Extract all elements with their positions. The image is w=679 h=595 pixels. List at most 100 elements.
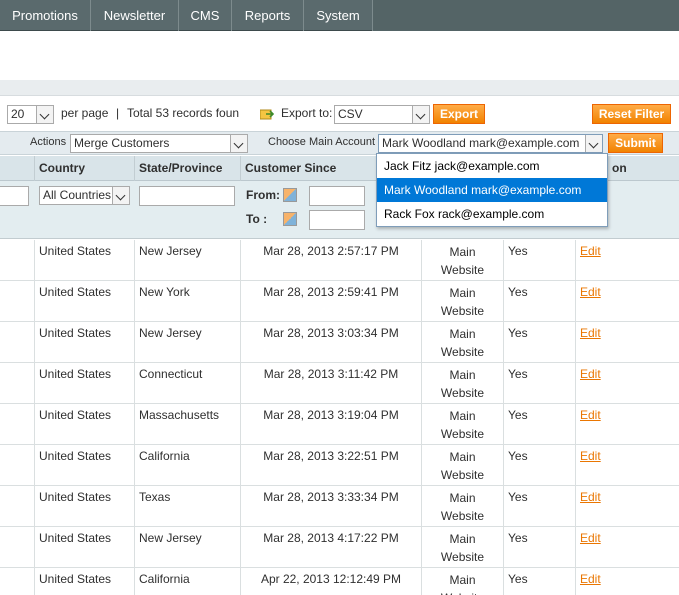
export-label: Export to: xyxy=(281,106,333,120)
cell-previous xyxy=(0,486,35,527)
actions-value: Merge Customers xyxy=(74,136,170,150)
export-button[interactable]: Export xyxy=(433,104,485,124)
cell-previous xyxy=(0,322,35,363)
website-line-2: Website xyxy=(440,550,485,564)
edit-link[interactable]: Edit xyxy=(580,449,601,463)
cell-action: Edit xyxy=(576,445,679,486)
country-filter-select[interactable]: All Countries xyxy=(39,186,130,205)
website-line-1: Main xyxy=(449,450,476,464)
export-format-select[interactable]: CSV xyxy=(334,105,430,124)
website-label: Main Website xyxy=(422,530,503,566)
website-line-2: Website xyxy=(422,589,503,595)
cell-customer-since: Mar 28, 2013 3:11:42 PM xyxy=(241,363,422,404)
nav-filler xyxy=(373,0,679,31)
cell-state-text: New York xyxy=(139,285,190,299)
cell-active-text: Yes xyxy=(508,531,528,545)
nav-item-reports[interactable]: Reports xyxy=(232,0,304,31)
cell-customer-since-text: Mar 28, 2013 3:11:42 PM xyxy=(263,367,399,381)
chevron-down-icon xyxy=(412,106,429,123)
cell-active-text: Yes xyxy=(508,367,528,381)
cell-customer-since: Apr 22, 2013 12:12:49 PM xyxy=(241,568,422,595)
cell-country-text: United States xyxy=(39,285,112,299)
cell-customer-since: Mar 28, 2013 2:57:17 PM xyxy=(241,240,422,281)
edit-link[interactable]: Edit xyxy=(580,326,601,340)
cell-country-text: United States xyxy=(39,449,112,463)
cell-previous xyxy=(0,281,35,322)
website-line-1: Main xyxy=(449,491,476,505)
cell-customer-since: Mar 28, 2013 3:22:51 PM xyxy=(241,445,422,486)
cell-customer-since-text: Mar 28, 2013 3:22:51 PM xyxy=(263,449,399,463)
cell-action: Edit xyxy=(576,281,679,322)
main-account-select[interactable]: Mark Woodland mark@example.com xyxy=(378,134,603,153)
per-page-select[interactable]: 20 xyxy=(7,105,54,124)
cell-country-text: United States xyxy=(39,490,112,504)
website-line-1: Main xyxy=(449,409,476,423)
table-row: United States New York Mar 28, 2013 2:59:4… xyxy=(0,281,679,322)
website-line-1: Main xyxy=(449,573,476,587)
edit-link[interactable]: Edit xyxy=(580,531,601,545)
calendar-icon[interactable] xyxy=(283,212,297,226)
filter-previous-input[interactable] xyxy=(0,186,29,206)
actions-select[interactable]: Merge Customers xyxy=(70,134,248,153)
cell-active-text: Yes xyxy=(508,449,528,463)
cell-action: Edit xyxy=(576,240,679,281)
since-from-input[interactable] xyxy=(309,186,365,206)
table-row: United States Texas Mar 28, 2013 3:33:34 P… xyxy=(0,486,679,527)
cell-country-text: United States xyxy=(39,531,112,545)
edit-link[interactable]: Edit xyxy=(580,572,601,586)
submit-button[interactable]: Submit xyxy=(608,133,663,153)
header-separator-band xyxy=(0,80,679,96)
table-row: United States Connecticut Mar 28, 2013 3:1… xyxy=(0,363,679,404)
cell-active: Yes xyxy=(504,363,576,404)
website-label: Main Website xyxy=(422,325,503,361)
cell-active: Yes xyxy=(504,404,576,445)
cell-action: Edit xyxy=(576,486,679,527)
nav-item-promotions[interactable]: Promotions xyxy=(0,0,91,31)
website-label: Main Website xyxy=(422,489,503,525)
main-account-value: Mark Woodland mark@example.com xyxy=(382,136,580,150)
reset-filter-button[interactable]: Reset Filter xyxy=(592,104,671,124)
dropdown-option-selected[interactable]: Mark Woodland mark@example.com xyxy=(377,178,607,202)
header-cell-previous xyxy=(0,156,35,181)
cell-active: Yes xyxy=(504,527,576,568)
cell-state: New Jersey xyxy=(135,322,241,363)
table-row: United States New Jersey Mar 28, 2013 2:57… xyxy=(0,240,679,281)
edit-link[interactable]: Edit xyxy=(580,367,601,381)
cell-website: Main Website xyxy=(422,240,504,281)
export-icon xyxy=(260,109,274,120)
cell-state: New Jersey xyxy=(135,527,241,568)
header-state[interactable]: State/Province xyxy=(135,156,241,181)
chevron-down-icon xyxy=(112,187,129,204)
calendar-icon[interactable] xyxy=(283,188,297,202)
edit-link[interactable]: Edit xyxy=(580,244,601,258)
cell-country: United States xyxy=(35,445,135,486)
header-country[interactable]: Country xyxy=(35,156,135,181)
edit-link[interactable]: Edit xyxy=(580,490,601,504)
cell-state: Massachusetts xyxy=(135,404,241,445)
cell-customer-since: Mar 28, 2013 3:33:34 PM xyxy=(241,486,422,527)
cell-customer-since-text: Mar 28, 2013 3:19:04 PM xyxy=(263,408,399,422)
cell-previous xyxy=(0,240,35,281)
cell-website: Main Website xyxy=(422,445,504,486)
cell-state-text: California xyxy=(139,572,190,586)
website-label: Main Website xyxy=(422,243,503,279)
to-label: To : xyxy=(246,212,268,226)
dropdown-option[interactable]: Rack Fox rack@example.com xyxy=(377,202,607,226)
cell-country: United States xyxy=(35,322,135,363)
cell-active: Yes xyxy=(504,486,576,527)
cell-previous xyxy=(0,404,35,445)
cell-country: United States xyxy=(35,527,135,568)
dropdown-option[interactable]: Jack Fitz jack@example.com xyxy=(377,154,607,178)
since-to-input[interactable] xyxy=(309,210,365,230)
nav-item-cms[interactable]: CMS xyxy=(179,0,232,31)
edit-link[interactable]: Edit xyxy=(580,408,601,422)
edit-link[interactable]: Edit xyxy=(580,285,601,299)
cell-active-text: Yes xyxy=(508,572,528,586)
state-filter-input[interactable] xyxy=(139,186,235,206)
nav-item-system[interactable]: System xyxy=(304,0,373,31)
nav-item-newsletter[interactable]: Newsletter xyxy=(91,0,179,31)
cell-customer-since-text: Mar 28, 2013 2:59:41 PM xyxy=(263,285,399,299)
table-row: United States New Jersey Mar 28, 2013 3:03… xyxy=(0,322,679,363)
table-row: United States Massachusetts Mar 28, 2013 3… xyxy=(0,404,679,445)
cell-customer-since-text: Mar 28, 2013 3:03:34 PM xyxy=(263,326,399,340)
